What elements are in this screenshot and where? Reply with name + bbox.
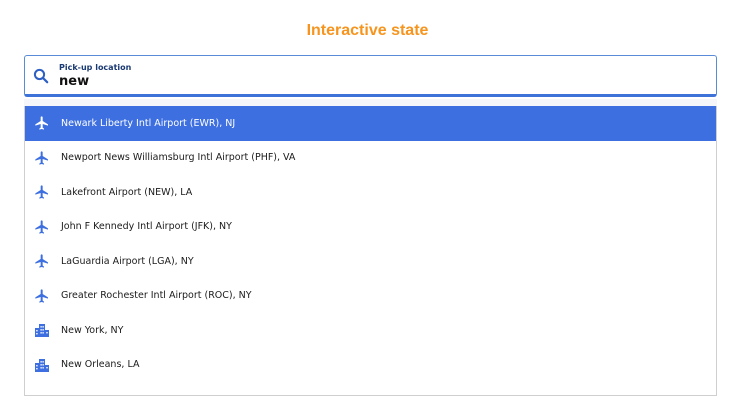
suggestion-label: Newport News Williamsburg Intl Airport (… bbox=[61, 152, 296, 164]
suggestion-option[interactable]: John F Kennedy Intl Airport (JFK), NY bbox=[25, 210, 716, 245]
suggestion-option[interactable]: Lakefront Airport (NEW), LA bbox=[25, 175, 716, 210]
suggestion-option[interactable]: New Orleans, LA bbox=[25, 348, 716, 383]
airplane-icon bbox=[34, 253, 50, 269]
suggestion-option[interactable]: Newport News Williamsburg Intl Airport (… bbox=[25, 141, 716, 176]
suggestions-dropdown: Newark Liberty Intl Airport (EWR), NJ Ne… bbox=[24, 99, 717, 396]
suggestion-label: LaGuardia Airport (LGA), NY bbox=[61, 255, 194, 267]
suggestion-option[interactable]: Greater Rochester Intl Airport (ROC), NY bbox=[25, 279, 716, 314]
pickup-location-field[interactable]: Pick-up location bbox=[24, 55, 717, 97]
city-icon bbox=[34, 357, 50, 373]
suggestion-option[interactable]: New York, NY bbox=[25, 313, 716, 348]
suggestion-label: New Orleans, LA bbox=[61, 359, 140, 371]
suggestion-label: New York, NY bbox=[61, 324, 124, 336]
airplane-icon bbox=[34, 219, 50, 235]
search-icon bbox=[33, 68, 49, 84]
suggestion-option[interactable]: LaGuardia Airport (LGA), NY bbox=[25, 244, 716, 279]
airplane-icon bbox=[34, 288, 50, 304]
city-icon bbox=[34, 322, 50, 338]
airplane-icon bbox=[34, 184, 50, 200]
suggestion-label: John F Kennedy Intl Airport (JFK), NY bbox=[61, 221, 232, 233]
airplane-icon bbox=[34, 115, 50, 131]
suggestion-option[interactable]: Newark Liberty Intl Airport (EWR), NJ bbox=[25, 106, 716, 141]
field-label: Pick-up location bbox=[59, 63, 132, 72]
airplane-icon bbox=[34, 150, 50, 166]
page-title: Interactive state bbox=[306, 22, 429, 39]
suggestion-label: Lakefront Airport (NEW), LA bbox=[61, 186, 193, 198]
pickup-location-input[interactable] bbox=[57, 73, 699, 90]
suggestion-label: Greater Rochester Intl Airport (ROC), NY bbox=[61, 290, 252, 302]
suggestion-label: Newark Liberty Intl Airport (EWR), NJ bbox=[61, 117, 236, 129]
